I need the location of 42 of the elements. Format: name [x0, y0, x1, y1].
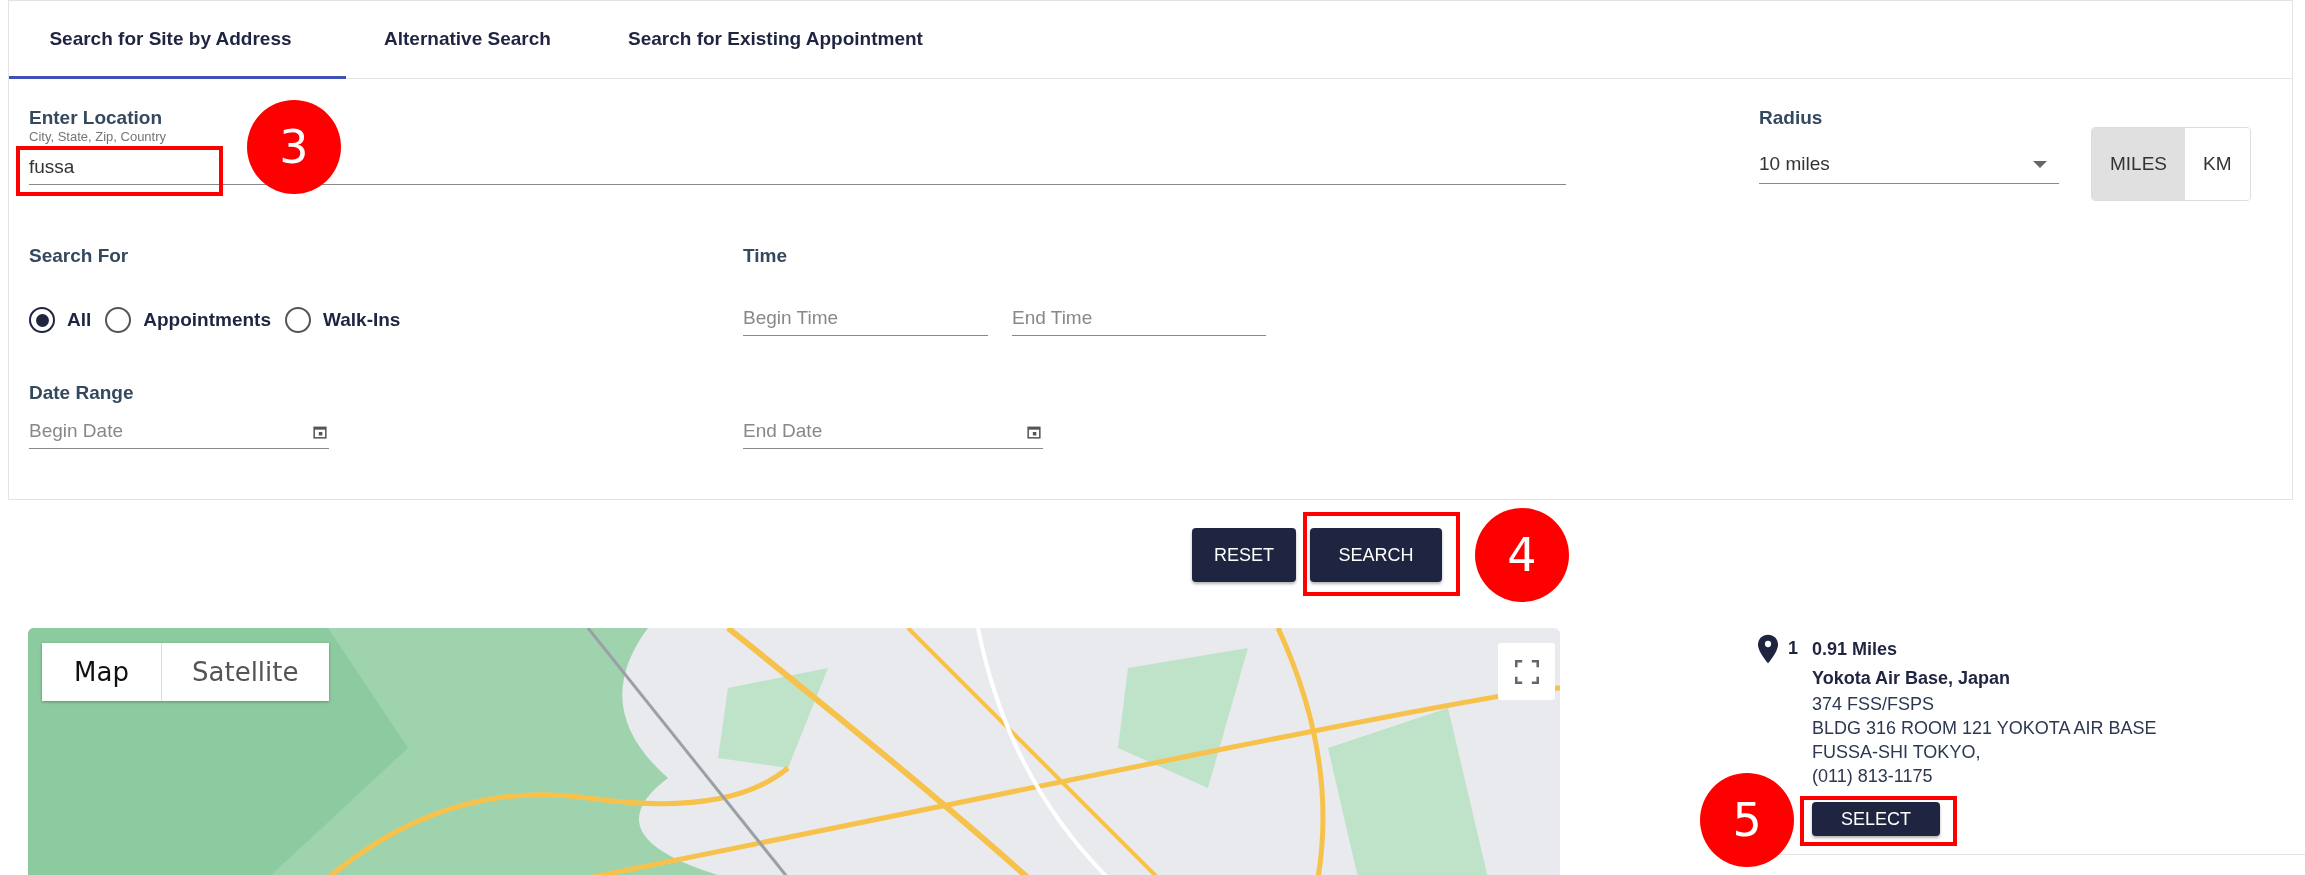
search-button[interactable]: SEARCH	[1310, 528, 1442, 582]
section-label: Search For	[29, 245, 130, 267]
radio-label: All	[67, 309, 92, 331]
address-line: BLDG 316 ROOM 121 YOKOTA AIR BASE	[1812, 717, 2157, 740]
address-line: (011) 813-1175	[1812, 765, 1934, 788]
map-type-button[interactable]: Map	[42, 643, 162, 701]
tab[interactable]: Search for Site by Address	[9, 1, 346, 79]
address-line: 374 FSS/FSPS	[1812, 693, 1936, 716]
distance-text: 0.91 Miles	[1812, 638, 1899, 660]
callout-number: 3	[247, 100, 341, 194]
map-type-button[interactable]: Satellite	[162, 643, 329, 701]
radio-button[interactable]	[29, 307, 55, 333]
radio-button[interactable]	[105, 307, 132, 333]
fullscreen-icon	[1514, 659, 1539, 684]
callout-number: 4	[1475, 508, 1569, 602]
fullscreen-button[interactable]	[1498, 643, 1555, 700]
calendar-icon	[313, 425, 327, 439]
calendar-icon	[1027, 425, 1041, 439]
field-label: Enter Location	[29, 107, 162, 129]
end-time-field[interactable]: End Time	[1012, 301, 1266, 336]
reset-button[interactable]: RESET	[1192, 528, 1296, 582]
select-button[interactable]: SELECT	[1812, 802, 1940, 836]
location-pin-icon	[1758, 634, 1778, 664]
field-label: Radius	[1759, 107, 1824, 129]
begin-time-field[interactable]: Begin Time	[743, 301, 988, 336]
site-name: Yokota Air Base, Japan	[1812, 667, 2012, 690]
radio-label: Appointments	[143, 309, 271, 331]
section-label: Time	[743, 245, 788, 267]
unit-toggle[interactable]: MILES	[2092, 128, 2186, 200]
field-hint: City, State, Zip, Country	[29, 129, 167, 144]
address-line: FUSSA-SHI TOKYO,	[1812, 741, 1982, 764]
tab[interactable]: Alternative Search	[346, 1, 606, 79]
callout-number: 5	[1700, 773, 1794, 867]
section-label: Date Range	[29, 382, 135, 404]
tab[interactable]: Search for Existing Appointment	[606, 1, 959, 79]
radio-label: Walk-Ins	[323, 309, 401, 331]
end-date-field[interactable]: End Date	[743, 414, 1043, 449]
radio-button[interactable]	[285, 307, 311, 333]
begin-date-field[interactable]: Begin Date	[29, 414, 329, 449]
radius-select[interactable]: 10 miles	[1759, 147, 2059, 184]
result-number: 1	[1788, 638, 1798, 659]
caret-icon	[2033, 160, 2047, 168]
